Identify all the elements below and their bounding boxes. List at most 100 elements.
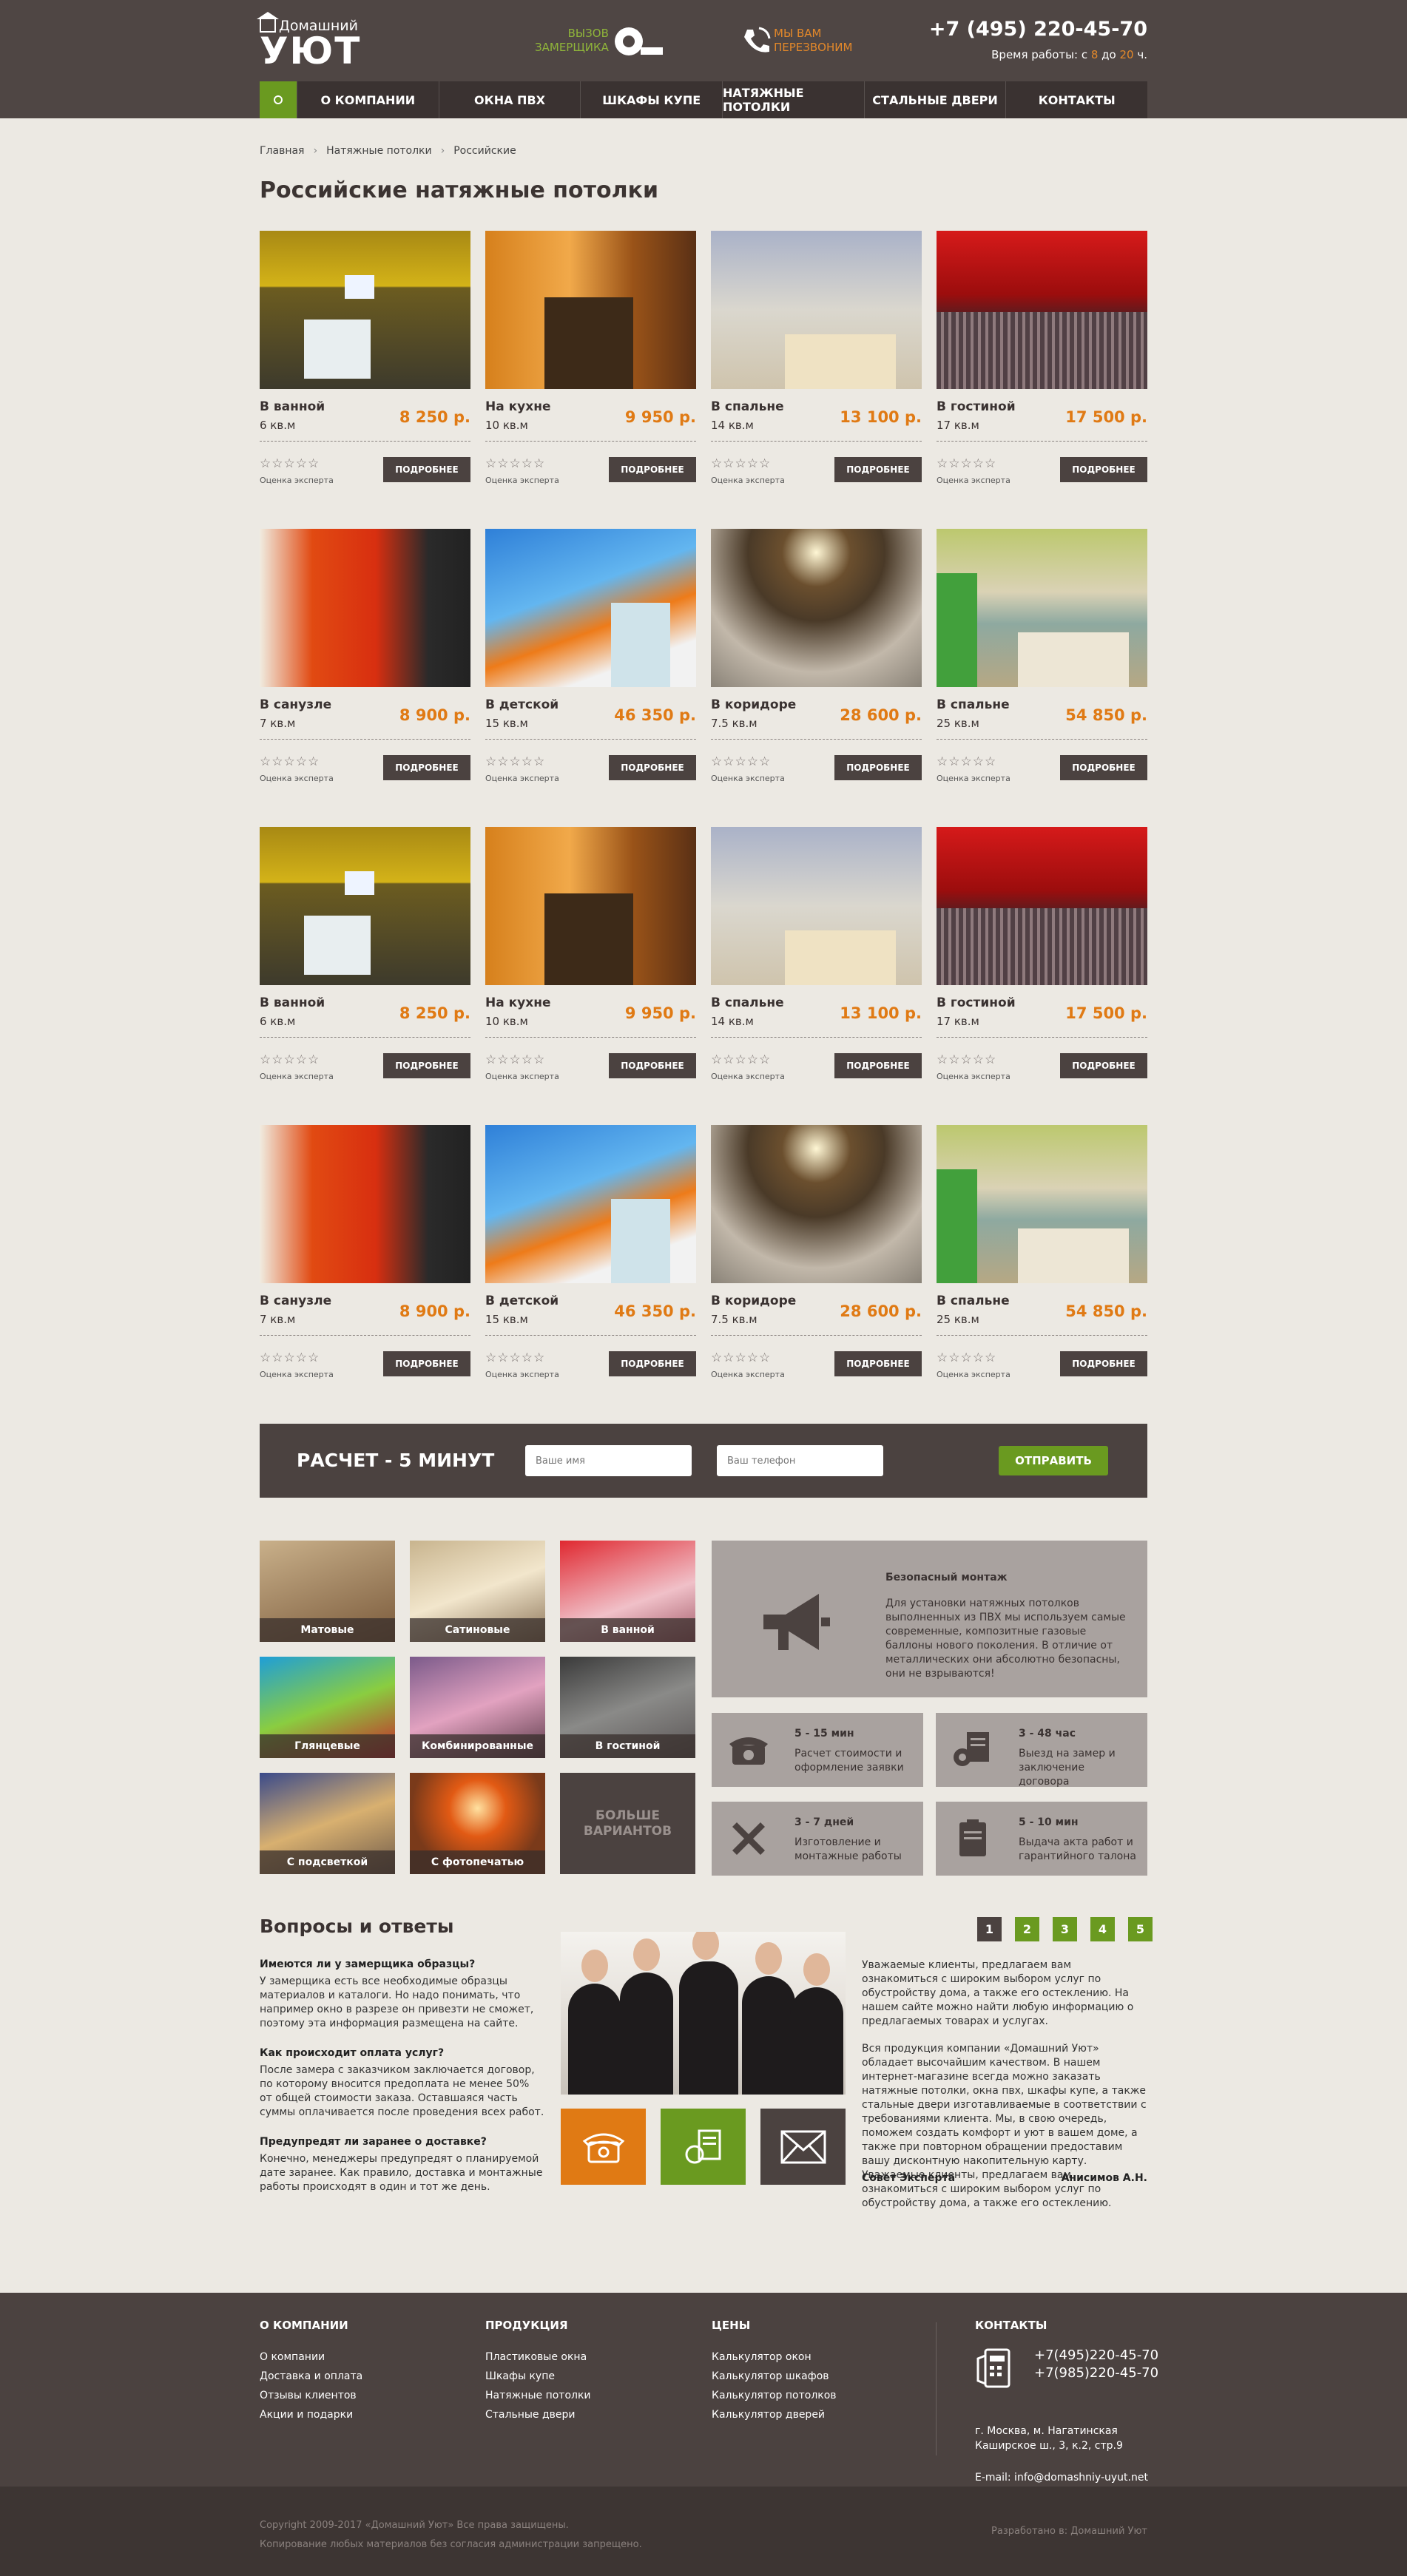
footer-link[interactable]: Калькулятор шкафов [712,2370,837,2382]
star-rating-icon[interactable]: ☆☆☆☆☆ [260,754,320,769]
product-card[interactable]: В спальне 25 кв.м 54 850 р. ☆☆☆☆☆ Оценка экс… [937,1125,1147,1380]
footer-email[interactable]: E-mail: info@domashniy-uyut.net [975,2472,1148,2484]
category-satin[interactable]: Сатиновые [410,1541,545,1642]
details-button[interactable]: Подробнее [834,1053,922,1078]
product-card[interactable]: В коридоре 7.5 кв.м 28 600 р. ☆☆☆☆☆ Оценка э… [711,1125,922,1380]
product-image[interactable] [485,827,696,985]
product-name[interactable]: На кухне [485,995,550,1010]
product-name[interactable]: В спальне [711,399,784,414]
product-name[interactable]: В гостиной [937,399,1016,414]
product-image[interactable] [260,827,470,985]
product-image[interactable] [485,1125,696,1283]
product-card[interactable]: В санузле 7 кв.м 8 900 р. ☆☆☆☆☆ Оценка экспе… [260,1125,470,1380]
product-image[interactable] [260,1125,470,1283]
product-image[interactable] [937,827,1147,985]
star-rating-icon[interactable]: ☆☆☆☆☆ [937,1350,996,1365]
product-name[interactable]: В детской [485,1294,559,1308]
product-card[interactable]: В детской 15 кв.м 46 350 р. ☆☆☆☆☆ Оценка экс… [485,1125,696,1380]
star-rating-icon[interactable]: ☆☆☆☆☆ [937,754,996,769]
callout-callback[interactable]: мы вам перезвоним [774,27,852,55]
nav-item-contacts[interactable]: Контакты [1005,81,1147,118]
product-name[interactable]: В гостиной [937,995,1016,1010]
product-name[interactable]: В ванной [260,399,325,414]
details-button[interactable]: Подробнее [1060,1053,1147,1078]
product-image[interactable] [711,1125,922,1283]
details-button[interactable]: Подробнее [834,1351,922,1376]
product-card[interactable]: В спальне 14 кв.м 13 100 р. ☆☆☆☆☆ Оценка экс… [711,827,922,1082]
product-card[interactable]: В детской 15 кв.м 46 350 р. ☆☆☆☆☆ Оценка экс… [485,529,696,784]
details-button[interactable]: Подробнее [383,1053,470,1078]
call-button[interactable] [561,2109,646,2185]
product-name[interactable]: В санузле [260,697,331,712]
footer-link[interactable]: Калькулятор окон [712,2351,837,2363]
category-bathroom[interactable]: В ванной [560,1541,695,1642]
details-button[interactable]: Подробнее [609,755,696,780]
nav-item-company[interactable]: О компании [297,81,439,118]
footer-link[interactable]: Акции и подарки [260,2409,362,2421]
footer-link[interactable]: Шкафы купе [485,2370,591,2382]
product-card[interactable]: В гостиной 17 кв.м 17 500 р. ☆☆☆☆☆ Оценка эк… [937,827,1147,1082]
category-backlit[interactable]: С подсветкой [260,1773,395,1874]
home-button[interactable] [260,81,297,118]
product-card[interactable]: В санузле 7 кв.м 8 900 р. ☆☆☆☆☆ Оценка экспе… [260,529,470,784]
phone-callback-icon[interactable] [740,25,772,58]
details-button[interactable]: Подробнее [1060,457,1147,482]
star-rating-icon[interactable]: ☆☆☆☆☆ [937,456,996,471]
star-rating-icon[interactable]: ☆☆☆☆☆ [711,754,771,769]
developer-credit[interactable]: Разработано в: Домашний Уют [991,2526,1147,2537]
footer-phone[interactable]: +7(985)220-45-70 [1034,2364,1158,2382]
star-rating-icon[interactable]: ☆☆☆☆☆ [260,1052,320,1067]
product-name[interactable]: В спальне [937,697,1010,712]
details-button[interactable]: Подробнее [383,1351,470,1376]
details-button[interactable]: Подробнее [1060,1351,1147,1376]
page-button[interactable]: 5 [1128,1917,1153,1941]
product-name[interactable]: На кухне [485,399,550,414]
details-button[interactable]: Подробнее [834,457,922,482]
product-name[interactable]: В спальне [937,1294,1010,1308]
product-card[interactable]: В коридоре 7.5 кв.м 28 600 р. ☆☆☆☆☆ Оценка э… [711,529,922,784]
product-image[interactable] [711,827,922,985]
category-matte[interactable]: Матовые [260,1541,395,1642]
product-name[interactable]: В ванной [260,995,325,1010]
footer-link[interactable]: Отзывы клиентов [260,2390,362,2401]
product-image[interactable] [711,231,922,389]
details-button[interactable]: Подробнее [609,1053,696,1078]
product-name[interactable]: В санузле [260,1294,331,1308]
product-image[interactable] [485,529,696,687]
callout-measure[interactable]: вызов замерщика [535,27,609,55]
tape-measure-icon[interactable] [613,25,663,58]
send-button[interactable]: Отправить [999,1446,1108,1475]
footer-link[interactable]: Доставка и оплата [260,2370,362,2382]
details-button[interactable]: Подробнее [834,755,922,780]
product-image[interactable] [260,231,470,389]
star-rating-icon[interactable]: ☆☆☆☆☆ [711,1052,771,1067]
details-button[interactable]: Подробнее [383,457,470,482]
product-card[interactable]: В гостиной 17 кв.м 17 500 р. ☆☆☆☆☆ Оценка эк… [937,231,1147,486]
star-rating-icon[interactable]: ☆☆☆☆☆ [711,456,771,471]
product-name[interactable]: В коридоре [711,1294,796,1308]
product-image[interactable] [485,231,696,389]
footer-link[interactable]: Пластиковые окна [485,2351,591,2363]
product-name[interactable]: В спальне [711,995,784,1010]
star-rating-icon[interactable]: ☆☆☆☆☆ [260,1350,320,1365]
logo[interactable]: Домашний УЮТ [257,12,361,70]
header-phone[interactable]: +7 (495) 220-45-70 [929,18,1147,41]
order-measure-button[interactable] [661,2109,746,2185]
details-button[interactable]: Подробнее [1060,755,1147,780]
breadcrumb-ceilings[interactable]: Натяжные потолки [326,145,432,157]
page-button[interactable]: 3 [1053,1917,1077,1941]
breadcrumb-home[interactable]: Главная [260,145,304,157]
page-button[interactable]: 4 [1090,1917,1115,1941]
star-rating-icon[interactable]: ☆☆☆☆☆ [485,456,545,471]
product-card[interactable]: В ванной 6 кв.м 8 250 р. ☆☆☆☆☆ Оценка экспер… [260,231,470,486]
category-glossy[interactable]: Глянцевые [260,1657,395,1758]
star-rating-icon[interactable]: ☆☆☆☆☆ [711,1350,771,1365]
product-card[interactable]: В ванной 6 кв.м 8 250 р. ☆☆☆☆☆ Оценка экспер… [260,827,470,1082]
footer-link[interactable]: О компании [260,2351,362,2363]
footer-phone[interactable]: +7(495)220-45-70 [1034,2347,1158,2364]
nav-item-windows[interactable]: Окна ПВХ [438,81,581,118]
product-image[interactable] [711,529,922,687]
product-image[interactable] [260,529,470,687]
footer-link[interactable]: Стальные двери [485,2409,591,2421]
nav-item-ceilings[interactable]: Натяжные потолки [722,81,864,118]
